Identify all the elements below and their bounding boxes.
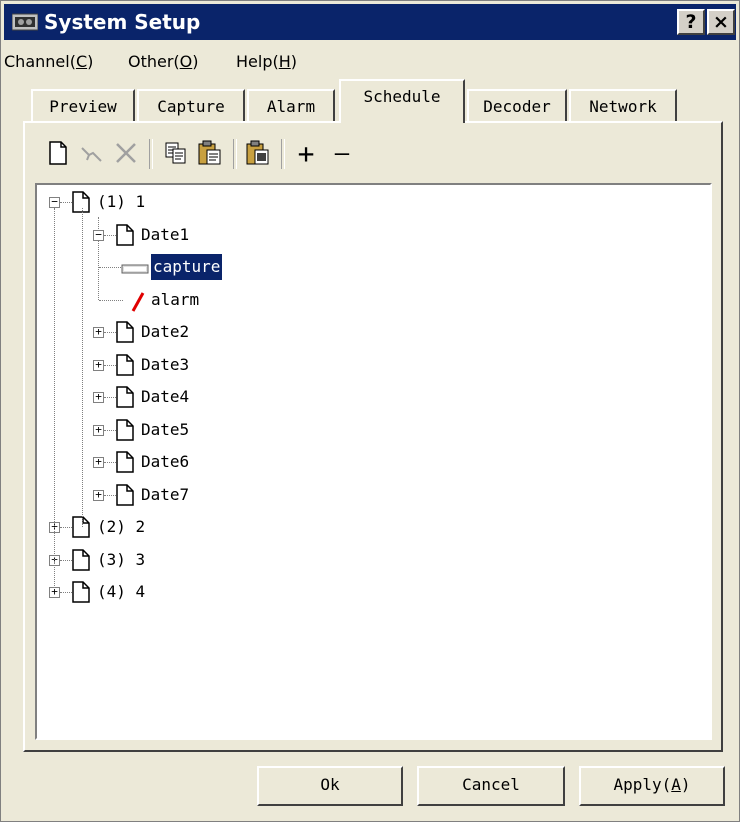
minus-icon[interactable]: — <box>327 137 357 169</box>
tree-connector <box>104 234 116 236</box>
tree-guide-line <box>98 240 99 300</box>
cancel-button[interactable]: Cancel <box>417 766 565 806</box>
tab-schedule[interactable]: Schedule <box>339 79 465 123</box>
tree-connector <box>104 364 116 366</box>
schedule-panel: + — − (1) 1 − Date1 capture alarm + Date2 + Date3… <box>23 121 723 752</box>
collapse-icon[interactable]: − <box>49 196 60 208</box>
ok-button[interactable]: Ok <box>257 766 403 806</box>
date-label: Date3 <box>141 354 190 374</box>
selected-entry-label: capture <box>149 253 224 281</box>
tree-connector <box>99 299 123 301</box>
tree-connector <box>60 527 72 528</box>
date-label: Date2 <box>141 322 190 341</box>
document-icon <box>116 353 134 376</box>
tree-connector <box>60 592 72 593</box>
tree-guide-line <box>82 208 83 527</box>
expand-icon[interactable]: + <box>93 424 104 436</box>
alarm-icon <box>131 291 145 321</box>
tab-decoder[interactable]: Decoder <box>467 89 567 125</box>
paste-icon[interactable] <box>195 137 225 169</box>
copy-icon[interactable] <box>161 137 191 169</box>
document-icon <box>116 483 134 506</box>
schedule-tree[interactable]: − (1) 1 − Date1 capture alarm + Date2 + Date3 + Dat… <box>35 183 712 740</box>
tab-network[interactable]: Network <box>569 89 677 125</box>
capture-icon <box>121 258 149 284</box>
edit-icon[interactable] <box>77 137 107 169</box>
document-icon <box>72 516 90 538</box>
expand-icon[interactable]: + <box>93 359 104 371</box>
expand-icon[interactable]: + <box>93 456 104 468</box>
delete-icon[interactable] <box>111 137 141 169</box>
document-icon <box>72 548 90 571</box>
expand-icon[interactable]: + <box>93 391 104 403</box>
close-button[interactable]: × <box>707 9 735 35</box>
channel-label: (4) 4 <box>97 582 146 601</box>
window-title: System Setup <box>44 10 201 34</box>
help-button[interactable]: ? <box>677 9 705 35</box>
document-icon <box>116 386 134 408</box>
plus-icon[interactable]: + <box>291 137 321 170</box>
tree-connector <box>104 462 116 463</box>
toolbar-separator <box>233 139 237 169</box>
menu-help[interactable]: Help(H) <box>236 52 297 71</box>
document-icon <box>116 321 134 343</box>
date-label: Date5 <box>141 419 190 439</box>
menu-channel[interactable]: Channel(C) <box>4 52 93 71</box>
document-icon <box>116 418 134 441</box>
toolbar-separator <box>149 139 153 169</box>
app-icon <box>12 13 38 31</box>
tree-connector <box>104 332 116 333</box>
tree-guide-line <box>98 216 99 229</box>
new-icon[interactable] <box>43 137 73 169</box>
document-icon <box>72 191 90 213</box>
tree-connector <box>60 202 72 203</box>
toolbar-separator <box>281 139 285 169</box>
expand-icon[interactable]: + <box>93 489 104 501</box>
date-label: Date6 <box>141 452 190 471</box>
channel-label: (2) 2 <box>97 517 146 536</box>
tab-alarm[interactable]: Alarm <box>247 89 335 125</box>
expand-icon[interactable]: + <box>49 586 60 598</box>
menu-bar: Channel(C) Other(O) Help(H) <box>1 43 739 77</box>
expand-icon[interactable]: + <box>93 326 104 338</box>
tab-capture[interactable]: Capture <box>137 89 245 125</box>
menu-other[interactable]: Other(O) <box>128 52 199 71</box>
tree-connector <box>60 559 72 561</box>
channel-label: (1) 1 <box>97 192 146 211</box>
apply-button[interactable]: Apply(A) <box>579 766 725 806</box>
date-label: Date4 <box>141 387 190 406</box>
system-setup-dialog: System Setup ? × Channel(C) Other(O) Hel… <box>0 0 740 822</box>
tree-connector <box>99 267 123 268</box>
document-icon <box>72 581 90 603</box>
entry-label: alarm <box>151 289 200 309</box>
collapse-icon[interactable]: − <box>93 229 104 241</box>
title-bar[interactable]: System Setup ? × <box>4 4 736 40</box>
tree-connector <box>104 494 116 496</box>
document-icon <box>116 223 134 246</box>
toolbar: + — <box>43 137 693 173</box>
tree-connector <box>104 397 116 398</box>
channel-label: (3) 3 <box>97 549 146 569</box>
document-icon <box>116 451 134 473</box>
tab-preview[interactable]: Preview <box>31 89 135 125</box>
date-label: Date1 <box>141 224 190 244</box>
paste-special-icon[interactable] <box>243 137 273 169</box>
date-label: Date7 <box>141 484 190 504</box>
tree-connector <box>104 429 116 431</box>
tree-guide-line <box>54 208 55 586</box>
